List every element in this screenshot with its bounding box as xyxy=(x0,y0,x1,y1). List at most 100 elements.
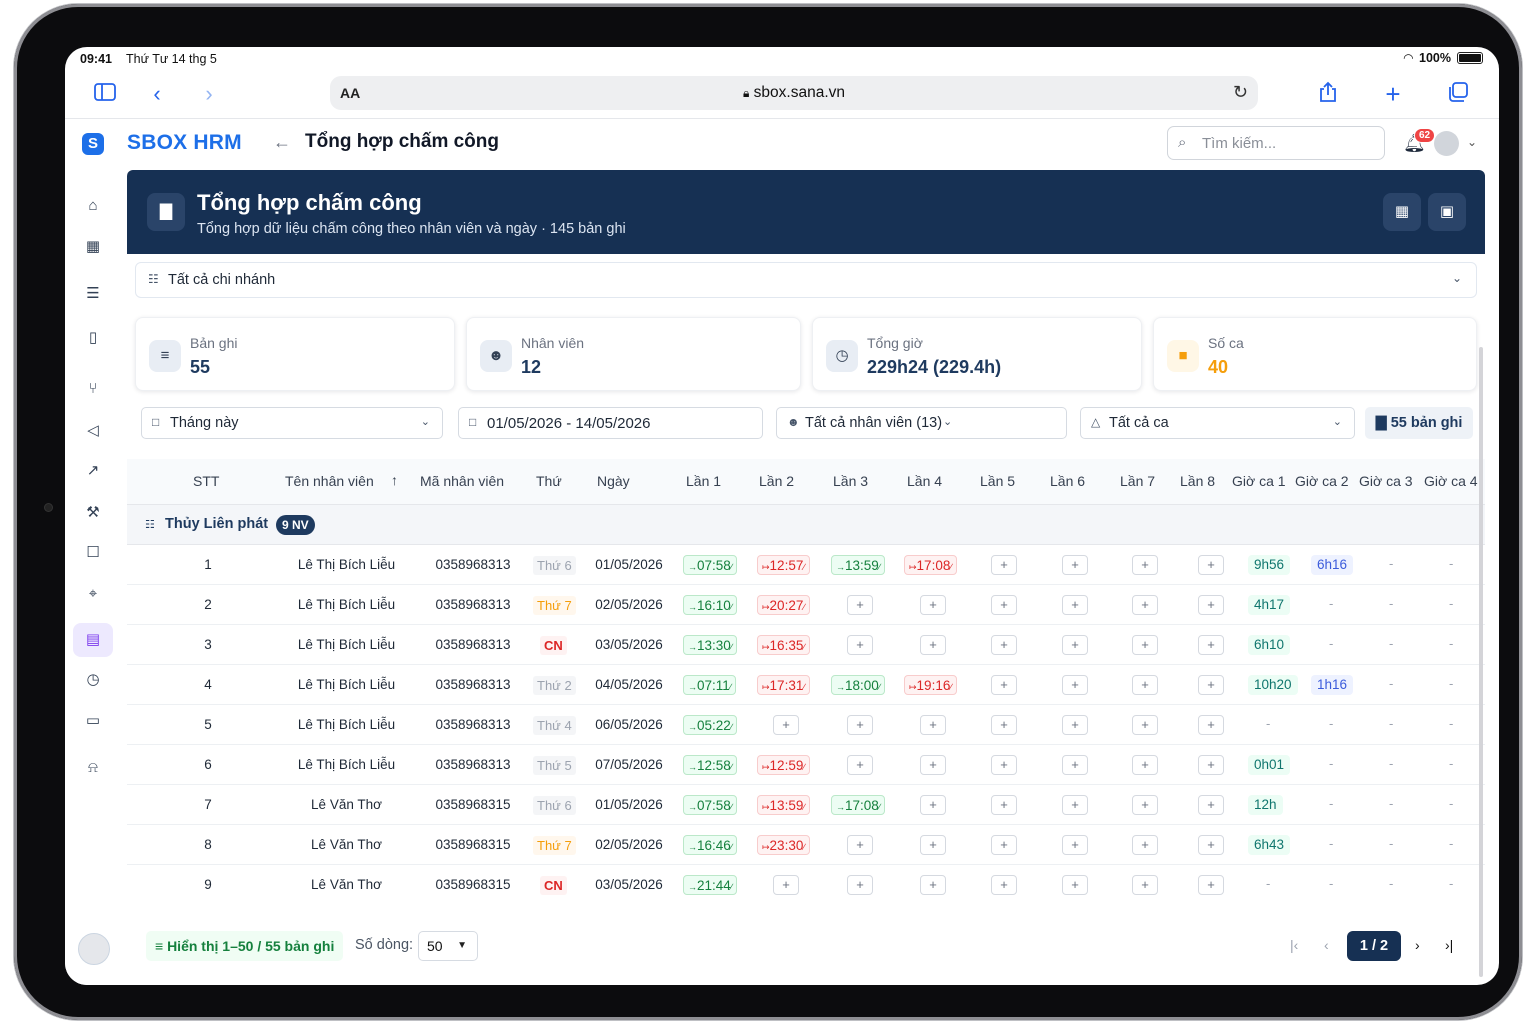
back-icon[interactable]: ‹ xyxy=(144,81,170,107)
add-punch-button[interactable]: + xyxy=(1132,835,1158,855)
date-range-picker[interactable]: □ 01/05/2026 - 14/05/2026 xyxy=(458,407,763,439)
add-punch-button[interactable]: + xyxy=(1062,595,1088,615)
check-out-time[interactable]: ↦17:31∕ xyxy=(757,675,810,695)
column-header[interactable]: Lần 8 xyxy=(1180,473,1215,489)
rows-per-page-select[interactable]: 50 ▼ xyxy=(418,931,478,961)
check-in-time[interactable]: →18:00∕ xyxy=(831,675,886,695)
add-punch-button[interactable]: + xyxy=(1198,835,1224,855)
add-punch-button[interactable]: + xyxy=(1198,555,1224,575)
add-punch-button[interactable]: + xyxy=(773,715,799,735)
add-punch-button[interactable]: + xyxy=(1198,675,1224,695)
add-punch-button[interactable]: + xyxy=(1132,675,1158,695)
arrow-left-icon[interactable]: ← xyxy=(273,132,291,153)
add-punch-button[interactable]: + xyxy=(1062,875,1088,895)
megaphone-icon[interactable]: ◁ xyxy=(73,414,113,448)
column-header[interactable]: Mã nhân viên xyxy=(420,473,504,489)
checklist-icon[interactable]: ☰ xyxy=(73,277,113,311)
avatar[interactable] xyxy=(1434,131,1459,156)
add-punch-button[interactable]: + xyxy=(847,595,873,615)
column-header[interactable]: Giờ ca 2 xyxy=(1295,473,1349,489)
column-header[interactable]: Lần 3 xyxy=(833,473,868,489)
sort-asc-icon[interactable]: ↑ xyxy=(391,472,398,488)
add-punch-button[interactable]: + xyxy=(991,715,1017,735)
group-row[interactable]: ☷ Thủy Liên phát 9 NV xyxy=(127,505,1485,545)
tabs-icon[interactable] xyxy=(1445,81,1471,107)
add-punch-button[interactable]: + xyxy=(1062,835,1088,855)
add-punch-button[interactable]: + xyxy=(991,835,1017,855)
add-punch-button[interactable]: + xyxy=(991,795,1017,815)
location-icon[interactable]: ⌖ xyxy=(73,577,113,611)
add-punch-button[interactable]: + xyxy=(1132,555,1158,575)
add-punch-button[interactable]: + xyxy=(920,795,946,815)
table-view-icon[interactable]: ▦ xyxy=(1383,193,1421,231)
check-out-time[interactable]: ↦13:59∕ xyxy=(757,795,810,815)
timesheet-icon[interactable]: ▤ xyxy=(73,623,113,657)
column-header[interactable]: Lần 4 xyxy=(907,473,942,489)
monitor-icon[interactable]: ▭ xyxy=(73,704,113,738)
add-punch-button[interactable]: + xyxy=(1062,675,1088,695)
home-icon[interactable]: ⌂ xyxy=(73,189,113,223)
chevron-down-icon[interactable]: ⌄ xyxy=(1467,135,1477,149)
add-punch-button[interactable]: + xyxy=(1062,715,1088,735)
check-out-time[interactable]: ↦16:35∕ xyxy=(757,635,810,655)
column-header[interactable]: Lần 7 xyxy=(1120,473,1155,489)
column-header[interactable]: Lần 5 xyxy=(980,473,1015,489)
check-in-time[interactable]: →07:58∕ xyxy=(683,795,738,815)
add-punch-button[interactable]: + xyxy=(920,595,946,615)
add-punch-button[interactable]: + xyxy=(1198,715,1224,735)
sidebar-toggle-icon[interactable] xyxy=(92,81,118,107)
column-header[interactable]: Thứ xyxy=(536,473,562,489)
column-header[interactable]: Lần 1 xyxy=(686,473,721,489)
new-tab-icon[interactable]: + xyxy=(1380,81,1406,107)
feedback-icon[interactable]: ☐ xyxy=(73,536,113,570)
check-out-time[interactable]: ↦20:27∕ xyxy=(757,595,810,615)
table-row[interactable]: 3 Lê Thị Bích Liễu 0358968313 CN 03/05/2026 →… xyxy=(127,625,1485,665)
add-punch-button[interactable]: + xyxy=(847,875,873,895)
first-page-icon[interactable]: |‹ xyxy=(1290,937,1298,953)
add-punch-button[interactable]: + xyxy=(920,715,946,735)
add-punch-button[interactable]: + xyxy=(991,675,1017,695)
search-box[interactable]: ⌕ xyxy=(1167,126,1385,160)
table-row[interactable]: 8 Lê Văn Thơ 0358968315 Thứ 7 02/05/2026 →16:… xyxy=(127,825,1485,865)
add-punch-button[interactable]: + xyxy=(1062,755,1088,775)
check-in-time[interactable]: →13:59∕ xyxy=(831,555,886,575)
table-row[interactable]: 9 Lê Văn Thơ 0358968315 CN 03/05/2026 →21:44∕… xyxy=(127,865,1485,904)
address-bar[interactable]: AA 🔒︎ sbox.sana.vn ↻ xyxy=(330,76,1258,110)
forward-icon[interactable]: › xyxy=(196,81,222,107)
check-in-time[interactable]: →13:30∕ xyxy=(683,635,738,655)
column-header[interactable]: STT xyxy=(193,473,219,489)
column-header[interactable]: Lần 6 xyxy=(1050,473,1085,489)
column-header[interactable]: Tên nhân viên xyxy=(285,473,374,489)
check-out-time[interactable]: ↦12:59∕ xyxy=(757,755,810,775)
add-punch-button[interactable]: + xyxy=(1132,875,1158,895)
share-icon[interactable] xyxy=(1315,81,1341,107)
add-punch-button[interactable]: + xyxy=(991,555,1017,575)
check-out-time[interactable]: ↦12:57∕ xyxy=(757,555,810,575)
column-header[interactable]: Lần 2 xyxy=(759,473,794,489)
shift-select[interactable]: △ Tất cả ca ⌄ xyxy=(1080,407,1355,439)
check-out-time[interactable]: ↦19:16∕ xyxy=(904,675,957,695)
check-in-time[interactable]: →17:08∕ xyxy=(831,795,886,815)
mobile-icon[interactable]: ▯ xyxy=(73,321,113,355)
column-header[interactable]: Giờ ca 3 xyxy=(1359,473,1413,489)
add-punch-button[interactable]: + xyxy=(991,875,1017,895)
user-avatar[interactable] xyxy=(78,933,110,965)
period-select[interactable]: □ Tháng này ⌄ xyxy=(141,407,443,439)
add-punch-button[interactable]: + xyxy=(991,635,1017,655)
table-row[interactable]: 5 Lê Thị Bích Liễu 0358968313 Thứ 4 06/05/20… xyxy=(127,705,1485,745)
image-export-icon[interactable]: ▣ xyxy=(1428,193,1466,231)
check-out-time[interactable]: ↦23:30∕ xyxy=(757,835,810,855)
add-punch-button[interactable]: + xyxy=(920,635,946,655)
add-punch-button[interactable]: + xyxy=(847,835,873,855)
add-punch-button[interactable]: + xyxy=(1132,635,1158,655)
check-in-time[interactable]: →16:10∕ xyxy=(683,595,738,615)
alarm-icon[interactable]: ⍾ xyxy=(73,751,113,785)
trend-icon[interactable]: ↗ xyxy=(73,454,113,488)
add-punch-button[interactable]: + xyxy=(991,755,1017,775)
restaurant-icon[interactable]: ⑂ xyxy=(73,372,113,406)
employee-select[interactable]: ☻ Tất cả nhân viên (13) ⌄ xyxy=(776,407,1067,439)
column-header[interactable]: Ngày xyxy=(597,473,630,489)
tools-icon[interactable]: ⚒ xyxy=(73,496,113,530)
next-page-icon[interactable]: › xyxy=(1415,937,1420,953)
grid-icon[interactable]: ▦ xyxy=(73,230,113,264)
